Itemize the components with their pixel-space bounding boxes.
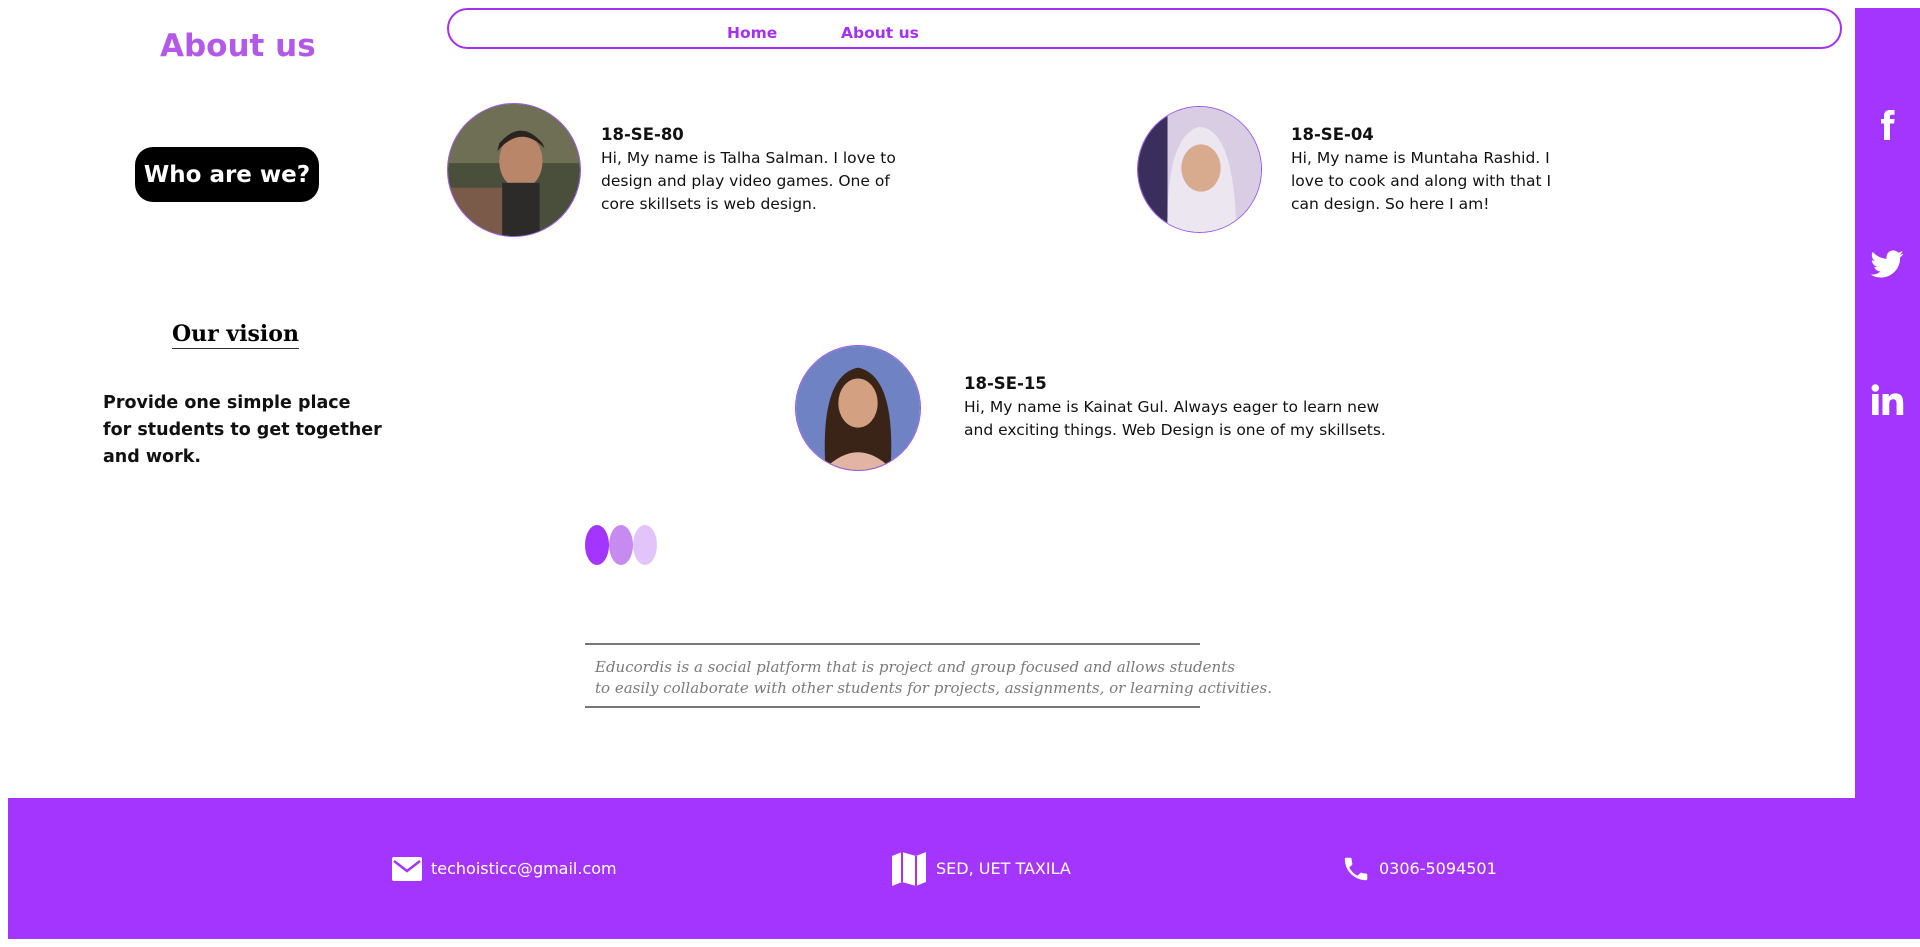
twitter-icon[interactable] [1869,244,1905,284]
footer-email[interactable]: techoisticc@gmail.com [391,798,617,939]
footer-location-text: SED, UET TAXILA [936,859,1071,878]
nav-home-link[interactable]: Home [727,24,777,42]
quote-line-1: Educordis is a social platform that is p… [595,658,1235,676]
phone-icon [1344,857,1368,880]
carousel-dot-3[interactable] [633,525,657,565]
social-sidebar [1855,8,1920,798]
carousel-dot-1[interactable] [585,525,609,565]
vision-heading: Our vision [172,321,299,349]
member-id: 18-SE-80 [601,125,684,144]
footer-email-text: techoisticc@gmail.com [431,859,617,878]
footer-phone[interactable]: 0306-5094501 [1341,798,1497,939]
footer-phone-text: 0306-5094501 [1379,859,1497,878]
quote-line-2: to easily collaborate with other student… [595,679,1273,697]
member-avatar-talha [447,103,581,237]
mail-icon [392,856,422,881]
map-icon [892,851,926,886]
vision-text: Provide one simple place for students to… [103,393,382,467]
member-bio: Hi, My name is Talha Salman. I love to d… [601,149,896,213]
member-avatar-muntaha [1137,106,1262,233]
member-bio: Hi, My name is Muntaha Rashid. I love to… [1291,149,1552,213]
platform-description-quote: Educordis is a social platform that is p… [585,643,1273,708]
top-navbar: Home About us [447,8,1842,49]
member-bio: Hi, My name is Kainat Gul. Always eager … [964,398,1386,439]
member-avatar-kainat [795,345,921,471]
member-id: 18-SE-15 [964,374,1047,393]
who-are-we-button[interactable]: Who are we? [135,147,319,202]
footer-location: SED, UET TAXILA [890,798,1071,939]
member-id: 18-SE-04 [1291,125,1374,144]
page-title: About us [160,28,316,64]
footer: techoisticc@gmail.com SED, UET TAXILA 03… [8,798,1920,939]
linkedin-icon[interactable] [1869,380,1905,420]
facebook-icon[interactable] [1869,105,1905,145]
nav-about-link[interactable]: About us [841,24,919,42]
carousel-dot-2[interactable] [609,525,633,565]
